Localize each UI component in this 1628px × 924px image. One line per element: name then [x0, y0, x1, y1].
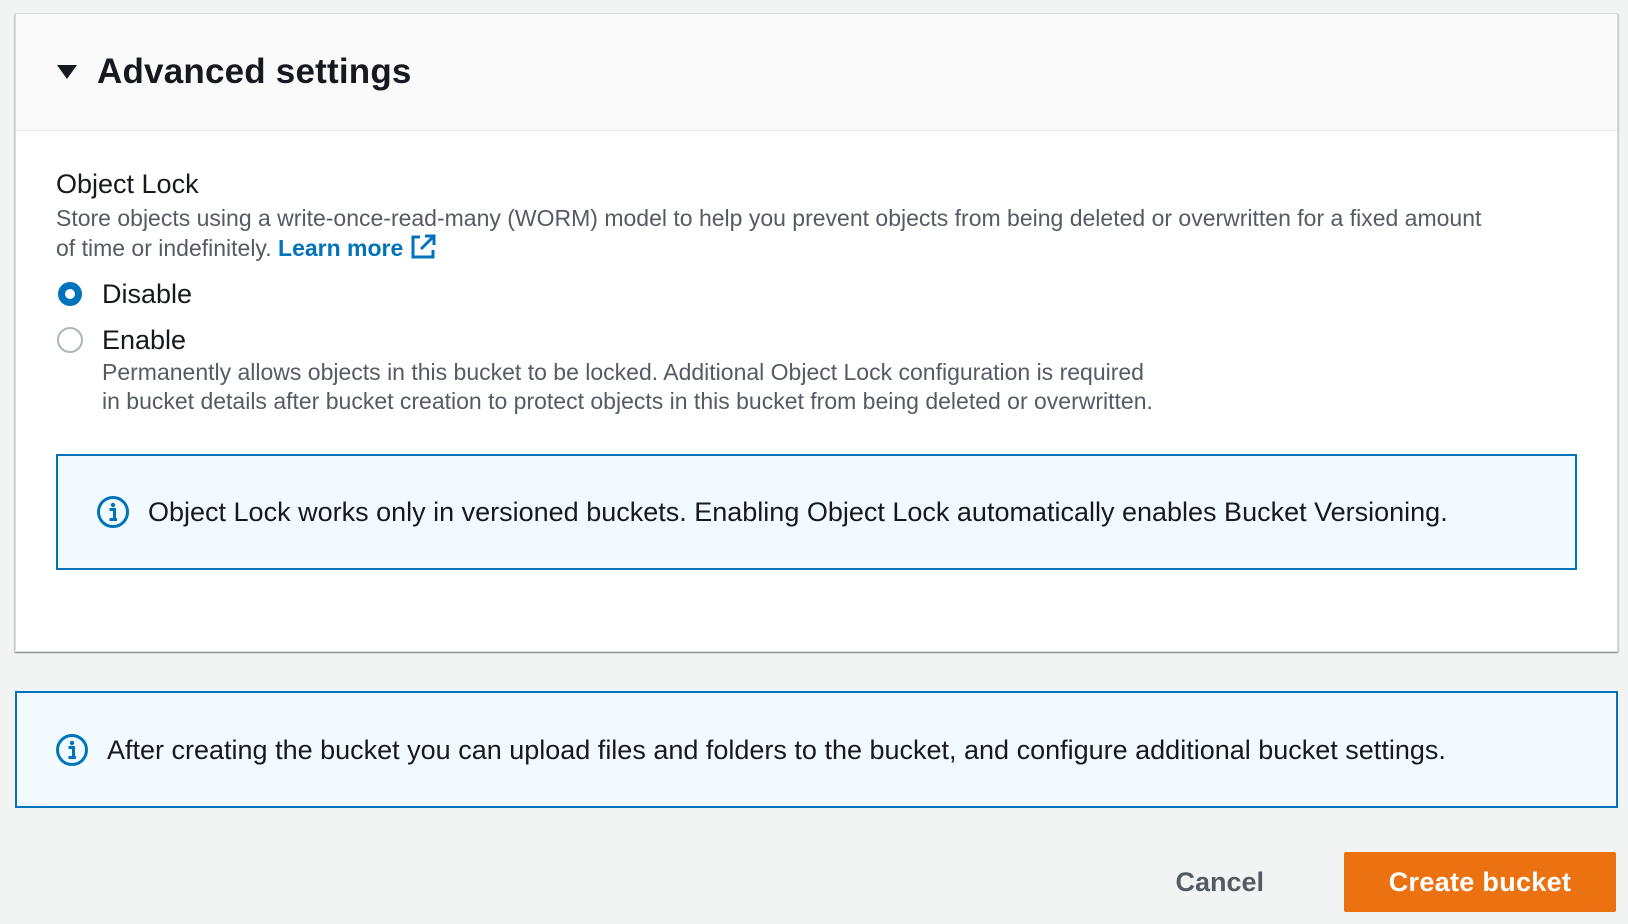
object-lock-info-text: Object Lock works only in versioned buck…	[148, 497, 1448, 527]
object-lock-info-alert: Object Lock works only in versioned buck…	[56, 454, 1577, 570]
advanced-settings-container: Advanced settings Object Lock Store obje…	[15, 13, 1618, 652]
radio-option-enable[interactable]: Enable Permanently allows objects in thi…	[56, 323, 1577, 416]
form-actions: Cancel Create bucket	[1155, 852, 1616, 912]
object-lock-label: Object Lock	[56, 169, 199, 199]
external-link-icon	[411, 234, 436, 259]
radio-option-disable[interactable]: Disable	[56, 277, 1577, 311]
object-lock-description: Store objects using a write-once-read-ma…	[56, 203, 1506, 263]
advanced-settings-header[interactable]: Advanced settings	[16, 14, 1617, 131]
caret-down-icon	[57, 65, 77, 79]
bucket-info-text: After creating the bucket you can upload…	[107, 734, 1446, 765]
radio-enable-text: Enable Permanently allows objects in thi…	[102, 323, 1162, 416]
bucket-info-alert: After creating the bucket you can upload…	[15, 691, 1618, 808]
create-bucket-page: Advanced settings Object Lock Store obje…	[0, 0, 1628, 924]
radio-disable-text: Disable	[102, 277, 192, 311]
radio-enable-description: Permanently allows objects in this bucke…	[102, 359, 1153, 414]
radio-enable-label: Enable	[102, 325, 187, 355]
learn-more-label: Learn more	[278, 235, 404, 261]
info-icon	[56, 733, 88, 766]
create-bucket-button[interactable]: Create bucket	[1344, 852, 1616, 912]
radio-disable-label: Disable	[102, 279, 193, 309]
learn-more-link[interactable]: Learn more	[278, 234, 437, 261]
radio-unselected-icon[interactable]	[56, 326, 84, 354]
cancel-button[interactable]: Cancel	[1155, 852, 1284, 912]
radio-selected-icon[interactable]	[56, 280, 84, 308]
object-lock-description-text: Store objects using a write-once-read-ma…	[56, 205, 1482, 261]
object-lock-section: Object Lock Store objects using a write-…	[16, 131, 1617, 570]
advanced-settings-title: Advanced settings	[97, 52, 412, 91]
info-icon	[97, 496, 129, 528]
